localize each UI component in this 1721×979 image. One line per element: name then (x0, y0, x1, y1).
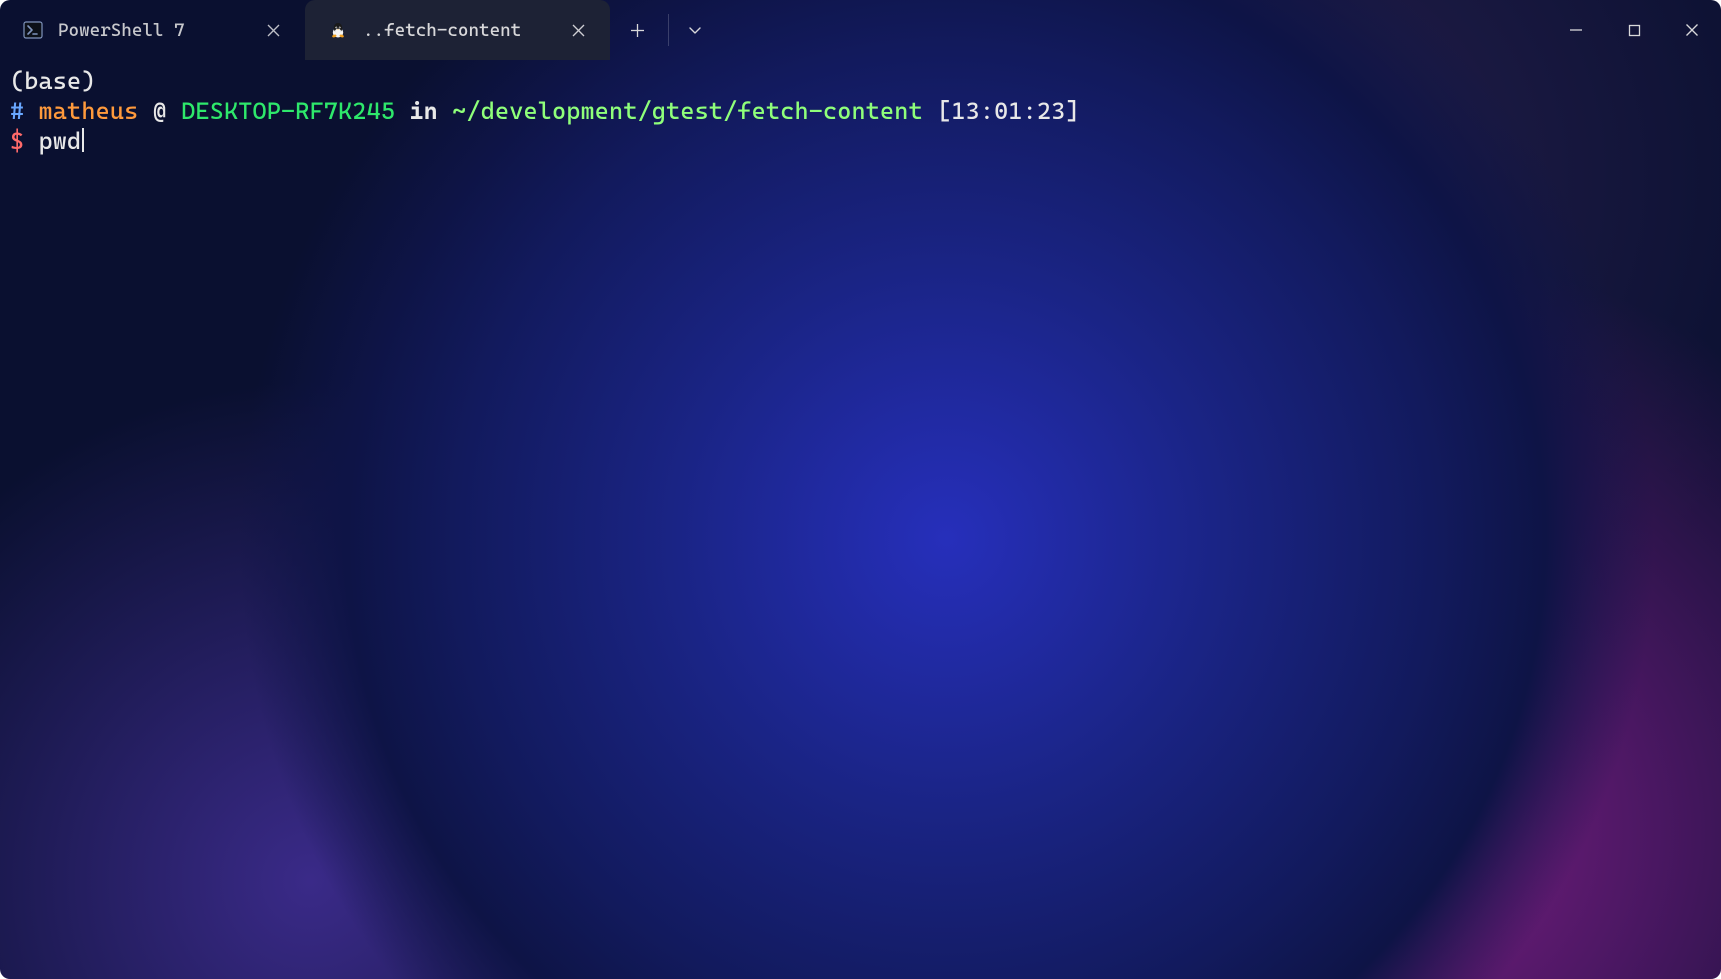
close-tab-button[interactable] (564, 16, 592, 44)
prompt-in: in (409, 97, 438, 125)
close-icon (572, 24, 585, 37)
linux-icon (327, 19, 349, 41)
separator (668, 14, 669, 46)
terminal-output[interactable]: (base) # matheus @ DESKTOP-RF7K245 in ~/… (0, 60, 1721, 979)
tab-label: ..fetch-content (363, 20, 550, 41)
maximize-icon (1628, 24, 1641, 37)
close-window-button[interactable] (1663, 0, 1721, 60)
terminal-window: PowerShell 7 (0, 0, 1721, 979)
prompt-dollar: $ (10, 127, 24, 155)
prompt-user: matheus (39, 97, 139, 125)
tab-dropdown-button[interactable] (673, 0, 717, 60)
close-tab-button[interactable] (259, 16, 287, 44)
prompt-hash: # (10, 97, 24, 125)
close-icon (267, 24, 280, 37)
plus-icon (630, 23, 645, 38)
minimize-button[interactable] (1547, 0, 1605, 60)
prompt-time: [13:01:23] (937, 97, 1080, 125)
prompt-host: DESKTOP-RF7K245 (181, 97, 395, 125)
titlebar-drag-region[interactable] (717, 0, 1547, 60)
minimize-icon (1569, 23, 1583, 37)
new-tab-button[interactable] (610, 0, 664, 60)
tab-fetch-content[interactable]: ..fetch-content (305, 0, 610, 60)
tab-label: PowerShell 7 (58, 20, 245, 41)
prompt-at: @ (153, 97, 167, 125)
powershell-icon (22, 19, 44, 41)
titlebar: PowerShell 7 (0, 0, 1721, 60)
chevron-down-icon (688, 23, 702, 37)
conda-env: (base) (10, 67, 96, 95)
close-icon (1685, 23, 1699, 37)
prompt-path: ~/development/gtest/fetch-content (452, 97, 923, 125)
command-input: pwd (39, 127, 82, 155)
cursor (82, 128, 84, 152)
maximize-button[interactable] (1605, 0, 1663, 60)
tab-powershell[interactable]: PowerShell 7 (0, 0, 305, 60)
